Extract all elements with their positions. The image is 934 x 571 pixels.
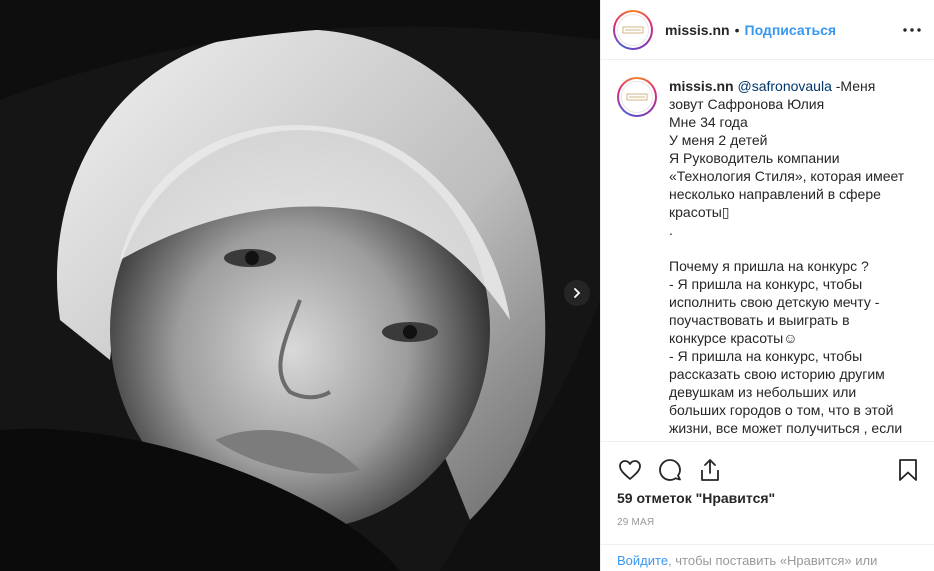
follow-button[interactable]: Подписаться — [745, 22, 837, 38]
likes-count[interactable]: 59 отметок "Нравится" — [617, 490, 775, 506]
caption-mention[interactable]: @safronovaula — [737, 78, 831, 94]
save-button[interactable] — [895, 457, 921, 483]
author-avatar[interactable] — [613, 9, 653, 50]
like-button[interactable] — [617, 457, 643, 483]
caption-text: missis.nn @safronovaula -Меня зовут Сафр… — [669, 77, 909, 441]
more-options-button[interactable] — [903, 21, 921, 39]
caption-body: -Меня зовут Сафронова Юлия Мне 34 года У… — [669, 78, 905, 436]
next-photo-button[interactable] — [564, 280, 590, 306]
post-header: missis.nn • Подписаться — [601, 0, 934, 60]
caption-username[interactable]: missis.nn — [669, 78, 734, 94]
portrait-image — [0, 0, 600, 571]
login-link[interactable]: Войдите — [617, 553, 668, 568]
chevron-right-icon — [574, 288, 581, 298]
share-icon — [701, 459, 719, 481]
comment-button[interactable] — [657, 457, 683, 483]
share-button[interactable] — [697, 457, 723, 483]
author-username[interactable]: missis.nn — [665, 22, 730, 38]
post-photo[interactable] — [0, 0, 600, 571]
bookmark-icon — [899, 459, 917, 481]
comment-icon — [659, 459, 681, 481]
brand-logo-icon — [622, 26, 644, 33]
brand-logo-icon — [626, 93, 648, 101]
caption-area[interactable]: missis.nn @safronovaula -Меня зовут Сафр… — [601, 61, 934, 441]
caption-avatar[interactable] — [617, 77, 657, 117]
post-date[interactable]: 29 мая — [617, 517, 654, 528]
separator-dot: • — [734, 21, 740, 38]
heart-icon — [619, 460, 641, 480]
action-icons — [617, 457, 723, 483]
post-sidebar: missis.nn • Подписаться missis.nn @safro — [600, 0, 934, 571]
login-prompt: Войдите, чтобы поставить «Нравится» или — [601, 544, 934, 571]
post-actions: 59 отметок "Нравится" 29 мая Войдите, чт… — [601, 441, 934, 571]
more-options-icon — [903, 28, 921, 32]
login-prompt-text: , чтобы поставить «Нравится» или — [668, 553, 878, 568]
